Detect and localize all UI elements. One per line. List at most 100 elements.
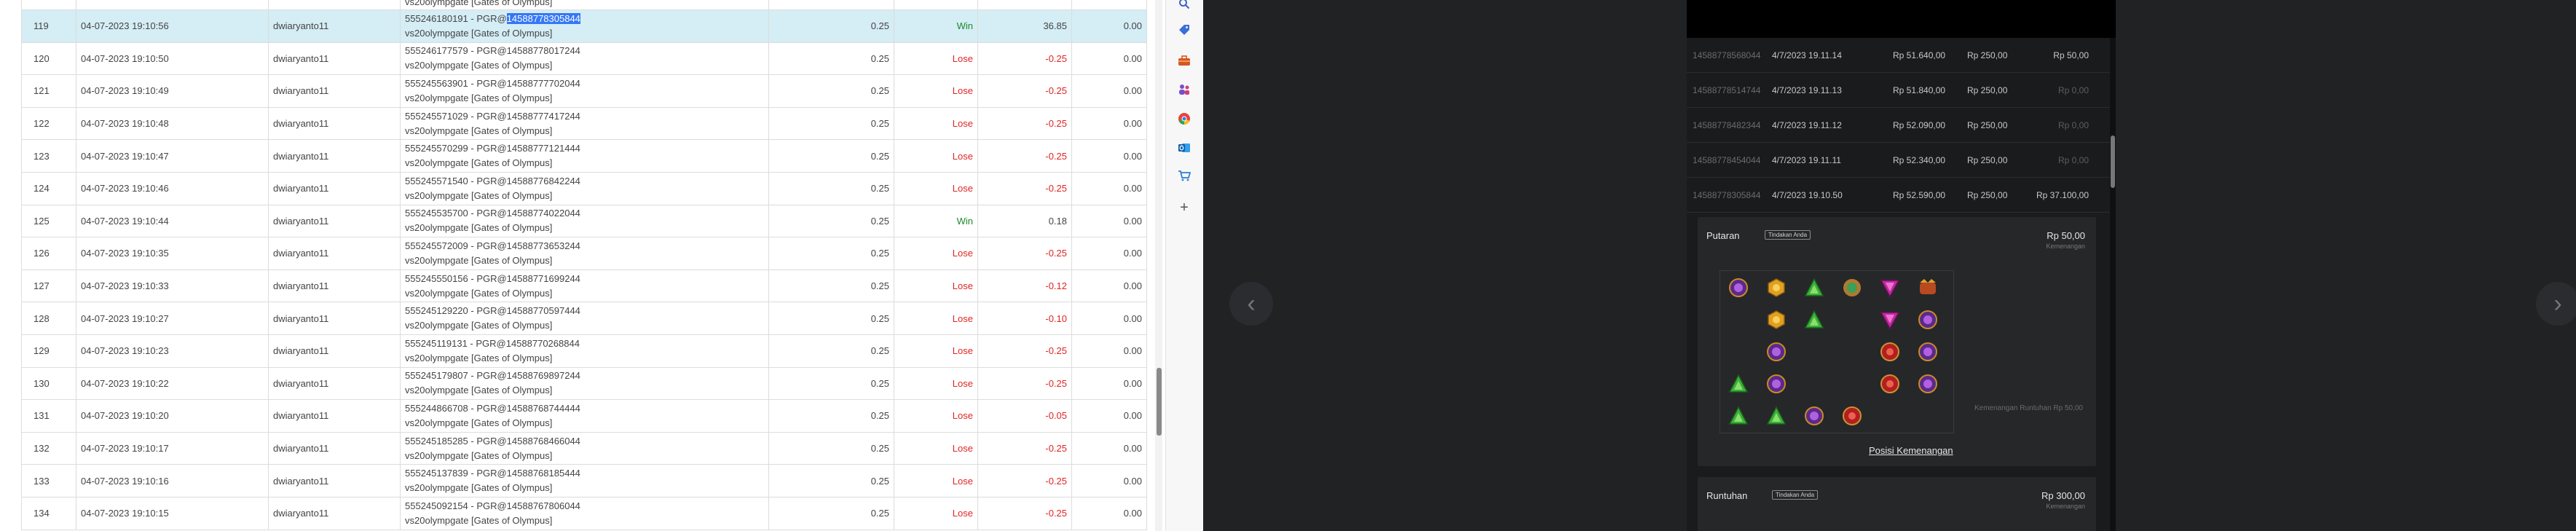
game-name: vs20olympgate [Gates of Olympus] <box>405 125 553 136</box>
winning-positions-link[interactable]: Posisi Kemenangan <box>1869 445 1953 456</box>
row-user: dwiaryanto11 <box>268 204 401 238</box>
outlook-icon[interactable] <box>1175 138 1194 157</box>
win-text: Kemenangan Runtuhan Rp 50,00 <box>1974 404 2083 412</box>
symbol-green-icon <box>1726 371 1751 396</box>
spin-amount-label: Kemenangan <box>2046 243 2085 250</box>
table-row[interactable]: 119 04-07-2023 19:10:56 dwiaryanto11 555246… <box>21 9 1147 43</box>
prev-arrow-button[interactable]: ‹ <box>1229 282 1273 326</box>
row-date: 04-07-2023 19:10:22 <box>76 366 269 401</box>
row-number: 132 <box>21 431 76 465</box>
spin-amount: Rp 50,00 <box>2047 230 2085 241</box>
history-bet: Rp 250,00 <box>1967 85 2008 95</box>
transaction-id-text: 555245535700 - PGR@14588774022044 <box>405 208 580 219</box>
game-name: vs20olympgate [Gates of Olympus] <box>405 254 553 266</box>
game-name: vs20olympgate [Gates of Olympus] <box>405 27 553 39</box>
history-row[interactable]: 14588778305844 4/7/2023 19.10.50 Rp 52.590… <box>1687 178 2116 213</box>
row-description: vs20olympgate [Gates of Olympus] <box>400 0 769 10</box>
table-row[interactable]: 128 04-07-2023 19:10:27 dwiaryanto11 555245… <box>21 302 1147 335</box>
table-row[interactable]: 134 04-07-2023 19:10:15 dwiaryanto11 555245… <box>21 496 1147 530</box>
panel-scrollbar-thumb[interactable] <box>2111 135 2115 188</box>
history-row[interactable]: 14588778454044 4/7/2023 19.11.11 Rp 52.340… <box>1687 143 2116 178</box>
game-name: vs20olympgate [Gates of Olympus] <box>405 482 553 494</box>
table-row[interactable]: 133 04-07-2023 19:10:16 dwiaryanto11 555245… <box>21 464 1147 497</box>
row-balance: 0.00 <box>1071 74 1147 108</box>
row-number: 122 <box>21 106 76 141</box>
symbol-purple-icon <box>1802 404 1827 428</box>
game-name: vs20olympgate [Gates of Olympus] <box>405 514 553 526</box>
row-date: 04-07-2023 19:10:49 <box>76 74 269 108</box>
history-row[interactable]: 14588778482344 4/7/2023 19.11.12 Rp 52.090… <box>1687 108 2116 143</box>
row-number: 119 <box>21 9 76 43</box>
symbol-green-icon <box>1802 275 1827 300</box>
table-row[interactable]: 130 04-07-2023 19:10:22 dwiaryanto11 555245… <box>21 366 1147 401</box>
search-icon[interactable] <box>1175 0 1194 13</box>
row-number: 127 <box>21 269 76 303</box>
row-balance: 0.00 <box>1071 9 1147 43</box>
row-description: 555245550156 - PGR@14588771699244 vs20oly… <box>400 269 769 303</box>
row-number: 134 <box>21 496 76 530</box>
table-row[interactable]: vs20olympgate [Gates of Olympus] <box>21 0 1147 10</box>
game-name: vs20olympgate [Gates of Olympus] <box>405 417 553 428</box>
table-row[interactable]: 132 04-07-2023 19:10:17 dwiaryanto11 555245… <box>21 431 1147 465</box>
row-winloss: -0.25 <box>977 106 1072 141</box>
row-result: Lose <box>894 334 978 368</box>
table-row[interactable]: 125 04-07-2023 19:10:44 dwiaryanto11 555245… <box>21 204 1147 238</box>
next-arrow-button[interactable]: › <box>2536 282 2576 326</box>
row-winloss: -0.25 <box>977 42 1072 76</box>
row-date: 04-07-2023 19:10:48 <box>76 106 269 141</box>
row-description: 555244866708 - PGR@14588768744444 vs20oly… <box>400 399 769 433</box>
row-winloss: -0.25 <box>977 139 1072 173</box>
page-scrollbar[interactable] <box>1155 0 1162 531</box>
history-row[interactable]: 14588778514744 4/7/2023 19.11.13 Rp 51.840… <box>1687 73 2116 108</box>
transaction-id: 555245129220 - PGR@14588770597444 <box>405 304 764 318</box>
table-row[interactable]: 120 04-07-2023 19:10:50 dwiaryanto11 555246… <box>21 42 1147 76</box>
table-row[interactable]: 127 04-07-2023 19:10:33 dwiaryanto11 555245… <box>21 269 1147 303</box>
toolbox-icon[interactable] <box>1175 51 1194 70</box>
row-balance: 0.00 <box>1071 399 1147 433</box>
browser-sidebar: + <box>1165 0 1204 531</box>
history-payout: Rp 0,00 <box>2057 85 2089 95</box>
selected-text-highlight[interactable]: 14588778305844 <box>506 12 580 24</box>
row-winloss: 0.18 <box>977 204 1072 238</box>
chrome-icon[interactable] <box>1175 109 1194 128</box>
row-number: 131 <box>21 399 76 433</box>
panel-scrollbar[interactable] <box>2110 38 2116 531</box>
row-user: dwiaryanto11 <box>268 9 401 43</box>
row-result: Lose <box>894 139 978 173</box>
row-number: 123 <box>21 139 76 173</box>
row-winloss: -0.25 <box>977 464 1072 497</box>
transaction-id: 555245535700 - PGR@14588774022044 <box>405 206 764 221</box>
transaction-id-text: 555245571540 - PGR@14588776842244 <box>405 175 580 186</box>
spin-title: Putaran <box>1706 230 1740 241</box>
row-description: 555246177579 - PGR@14588778017244 vs20oly… <box>400 42 769 76</box>
tag-icon[interactable] <box>1175 20 1194 39</box>
add-icon[interactable]: + <box>1175 198 1194 217</box>
symbol-red-icon <box>1878 371 1902 396</box>
row-number: 133 <box>21 464 76 497</box>
row-description: 555245179807 - PGR@14588769897244 vs20oly… <box>400 366 769 401</box>
table-row[interactable]: 129 04-07-2023 19:10:23 dwiaryanto11 555245… <box>21 334 1147 368</box>
row-description: 555245563901 - PGR@14588777702044 vs20oly… <box>400 74 769 108</box>
history-row[interactable]: 14588778568044 4/7/2023 19.11.14 Rp 51.640… <box>1687 38 2116 73</box>
row-description: 555245572009 - PGR@14588773653244 vs20oly… <box>400 237 769 270</box>
row-balance: 0.00 <box>1071 171 1147 205</box>
row-bet: 0.25 <box>768 106 894 141</box>
table-row[interactable]: 122 04-07-2023 19:10:48 dwiaryanto11 555245… <box>21 106 1147 141</box>
history-balance: Rp 52.090,00 <box>1893 120 1946 130</box>
table-row[interactable]: 124 04-07-2023 19:10:46 dwiaryanto11 555245… <box>21 171 1147 205</box>
row-description: 555245092154 - PGR@14588767806044 vs20oly… <box>400 496 769 530</box>
row-user <box>268 0 401 10</box>
row-date: 04-07-2023 19:10:15 <box>76 496 269 530</box>
table-row[interactable]: 121 04-07-2023 19:10:49 dwiaryanto11 555245… <box>21 74 1147 108</box>
people-icon[interactable] <box>1175 80 1194 99</box>
shopping-icon[interactable] <box>1175 166 1194 185</box>
transaction-id: 555245119131 - PGR@14588770268844 <box>405 337 764 351</box>
row-result: Lose <box>894 464 978 497</box>
table-row[interactable]: 131 04-07-2023 19:10:20 dwiaryanto11 555244… <box>21 399 1147 433</box>
row-result: Lose <box>894 496 978 530</box>
row-number: 129 <box>21 334 76 368</box>
table-row[interactable]: 123 04-07-2023 19:10:47 dwiaryanto11 555245… <box>21 139 1147 173</box>
table-row[interactable]: 126 04-07-2023 19:10:35 dwiaryanto11 555245… <box>21 237 1147 270</box>
history-id: 14588778482344 <box>1693 120 1761 130</box>
page-scrollbar-thumb[interactable] <box>1157 368 1162 436</box>
